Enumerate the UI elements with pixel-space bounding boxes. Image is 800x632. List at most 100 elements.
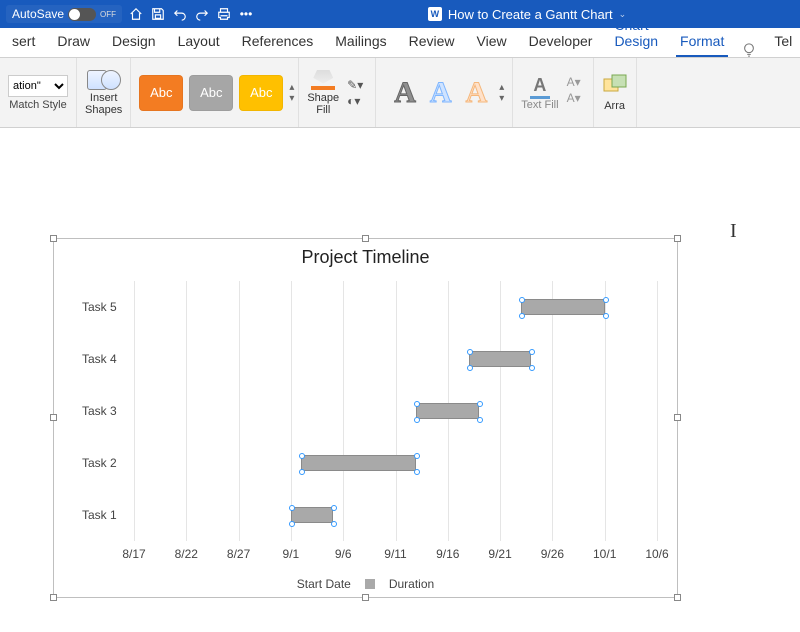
y-tick-label: Task 1: [82, 508, 117, 522]
selection-handle[interactable]: [477, 401, 483, 407]
autosave-state: OFF: [100, 10, 116, 19]
selection-handle[interactable]: [414, 469, 420, 475]
redo-icon[interactable]: [194, 6, 210, 22]
selection-handle[interactable]: [299, 453, 305, 459]
selection-handle[interactable]: [331, 505, 337, 511]
selection-handle[interactable]: [467, 349, 473, 355]
x-tick-label: 8/27: [227, 547, 250, 561]
shape-outline-icon[interactable]: ✎▾: [347, 78, 363, 92]
group-arrange: Arra: [594, 58, 637, 127]
shape-style-gray[interactable]: Abc: [189, 75, 233, 111]
gallery-expand-icon[interactable]: ▴▾: [289, 82, 294, 104]
selection-handle[interactable]: [414, 453, 420, 459]
print-icon[interactable]: [216, 6, 232, 22]
legend-start-date: Start Date: [297, 577, 351, 591]
element-select[interactable]: ation": [8, 75, 68, 97]
gridline: [239, 281, 240, 541]
selection-handle[interactable]: [331, 521, 337, 527]
text-cursor-icon: I: [730, 220, 737, 243]
selection-handle[interactable]: [414, 417, 420, 423]
gantt-bar[interactable]: [521, 299, 605, 315]
shape-style-gold[interactable]: Abc: [239, 75, 283, 111]
bucket-icon: [313, 70, 333, 84]
wordart-expand-icon[interactable]: ▴▾: [499, 82, 504, 104]
shape-fill-button[interactable]: Shape Fill: [307, 70, 339, 116]
text-effects-icon[interactable]: A▾: [567, 91, 581, 105]
wordart-gallery[interactable]: A A A: [384, 72, 497, 114]
group-wordart: A A A ▴▾: [376, 58, 513, 127]
group-text-fill: A Text Fill A▾ A▾: [513, 58, 593, 127]
tab-references[interactable]: References: [238, 27, 318, 57]
wordart-style-gray[interactable]: A: [394, 76, 416, 110]
tab-view[interactable]: View: [473, 27, 511, 57]
x-tick-label: 9/6: [335, 547, 352, 561]
selection-handle[interactable]: [529, 365, 535, 371]
tab-developer[interactable]: Developer: [525, 27, 597, 57]
selection-handle[interactable]: [529, 349, 535, 355]
gridline: [605, 281, 606, 541]
selection-handle[interactable]: [289, 505, 295, 511]
chart-object[interactable]: Project Timeline 8/178/228/279/19/69/119…: [53, 238, 678, 598]
gantt-bar[interactable]: [416, 403, 479, 419]
gridline: [500, 281, 501, 541]
selection-handle[interactable]: [519, 297, 525, 303]
y-tick-label: Task 2: [82, 456, 117, 470]
autosave-toggle[interactable]: AutoSave OFF: [6, 5, 122, 23]
toggle-switch[interactable]: [68, 8, 96, 21]
gridline: [186, 281, 187, 541]
shape-effects-icon[interactable]: ◐▾: [347, 94, 363, 108]
text-outline-icon[interactable]: A▾: [567, 75, 581, 89]
chart-legend[interactable]: Start Date Duration: [54, 577, 677, 591]
wordart-style-orange[interactable]: A: [466, 76, 488, 110]
insert-shapes-icon[interactable]: [87, 70, 121, 90]
y-tick-label: Task 3: [82, 404, 117, 418]
x-tick-label: 9/26: [541, 547, 564, 561]
selection-handle[interactable]: [414, 401, 420, 407]
insert-shapes-label: Insert Shapes: [85, 92, 122, 116]
tab-draw[interactable]: Draw: [53, 27, 94, 57]
chevron-down-icon[interactable]: ⌄: [619, 9, 627, 20]
document-title: How to Create a Gantt Chart: [448, 7, 613, 22]
wordart-style-blue[interactable]: A: [430, 76, 452, 110]
arrange-icon[interactable]: [602, 73, 628, 98]
selection-handle[interactable]: [467, 365, 473, 371]
document-area[interactable]: I Project Timeline 8/178/228/279/19/69/1…: [0, 128, 800, 632]
tab-design[interactable]: Design: [108, 27, 160, 57]
legend-swatch-icon: [365, 579, 375, 589]
chart-title[interactable]: Project Timeline: [54, 239, 677, 272]
tab-format[interactable]: Format: [676, 27, 728, 57]
shape-style-orange[interactable]: Abc: [139, 75, 183, 111]
save-icon[interactable]: [150, 6, 166, 22]
tab-mailings[interactable]: Mailings: [331, 27, 390, 57]
autosave-label: AutoSave: [12, 7, 64, 21]
titlebar: AutoSave OFF ••• W How to Create a Gantt…: [0, 0, 800, 28]
x-tick-label: 9/16: [436, 547, 459, 561]
y-tick-label: Task 4: [82, 352, 117, 366]
x-tick-label: 9/11: [384, 547, 406, 561]
tab-tell-me[interactable]: Tel: [770, 27, 796, 57]
selection-handle[interactable]: [603, 297, 609, 303]
gantt-bar[interactable]: [469, 351, 532, 367]
shape-style-gallery[interactable]: Abc Abc Abc: [135, 71, 287, 115]
selection-handle[interactable]: [477, 417, 483, 423]
selection-handle[interactable]: [299, 469, 305, 475]
undo-icon[interactable]: [172, 6, 188, 22]
group-shape-styles: Abc Abc Abc ▴▾: [131, 58, 299, 127]
selection-handle[interactable]: [289, 521, 295, 527]
match-style-button[interactable]: Match Style: [9, 99, 66, 111]
more-icon[interactable]: •••: [238, 6, 254, 22]
tab-insert[interactable]: sert: [8, 27, 39, 57]
plot-area[interactable]: 8/178/228/279/19/69/119/169/219/2610/110…: [84, 281, 657, 541]
gridline: [657, 281, 658, 541]
gantt-bar[interactable]: [301, 455, 416, 471]
selection-handle[interactable]: [519, 313, 525, 319]
tab-review[interactable]: Review: [405, 27, 459, 57]
tab-layout[interactable]: Layout: [174, 27, 224, 57]
tell-me-icon[interactable]: [742, 43, 756, 57]
gantt-bar[interactable]: [291, 507, 333, 523]
x-tick-label: 8/22: [175, 547, 198, 561]
home-icon[interactable]: [128, 6, 144, 22]
gridline: [134, 281, 135, 541]
selection-handle[interactable]: [603, 313, 609, 319]
text-fill-button[interactable]: A Text Fill: [521, 75, 558, 111]
